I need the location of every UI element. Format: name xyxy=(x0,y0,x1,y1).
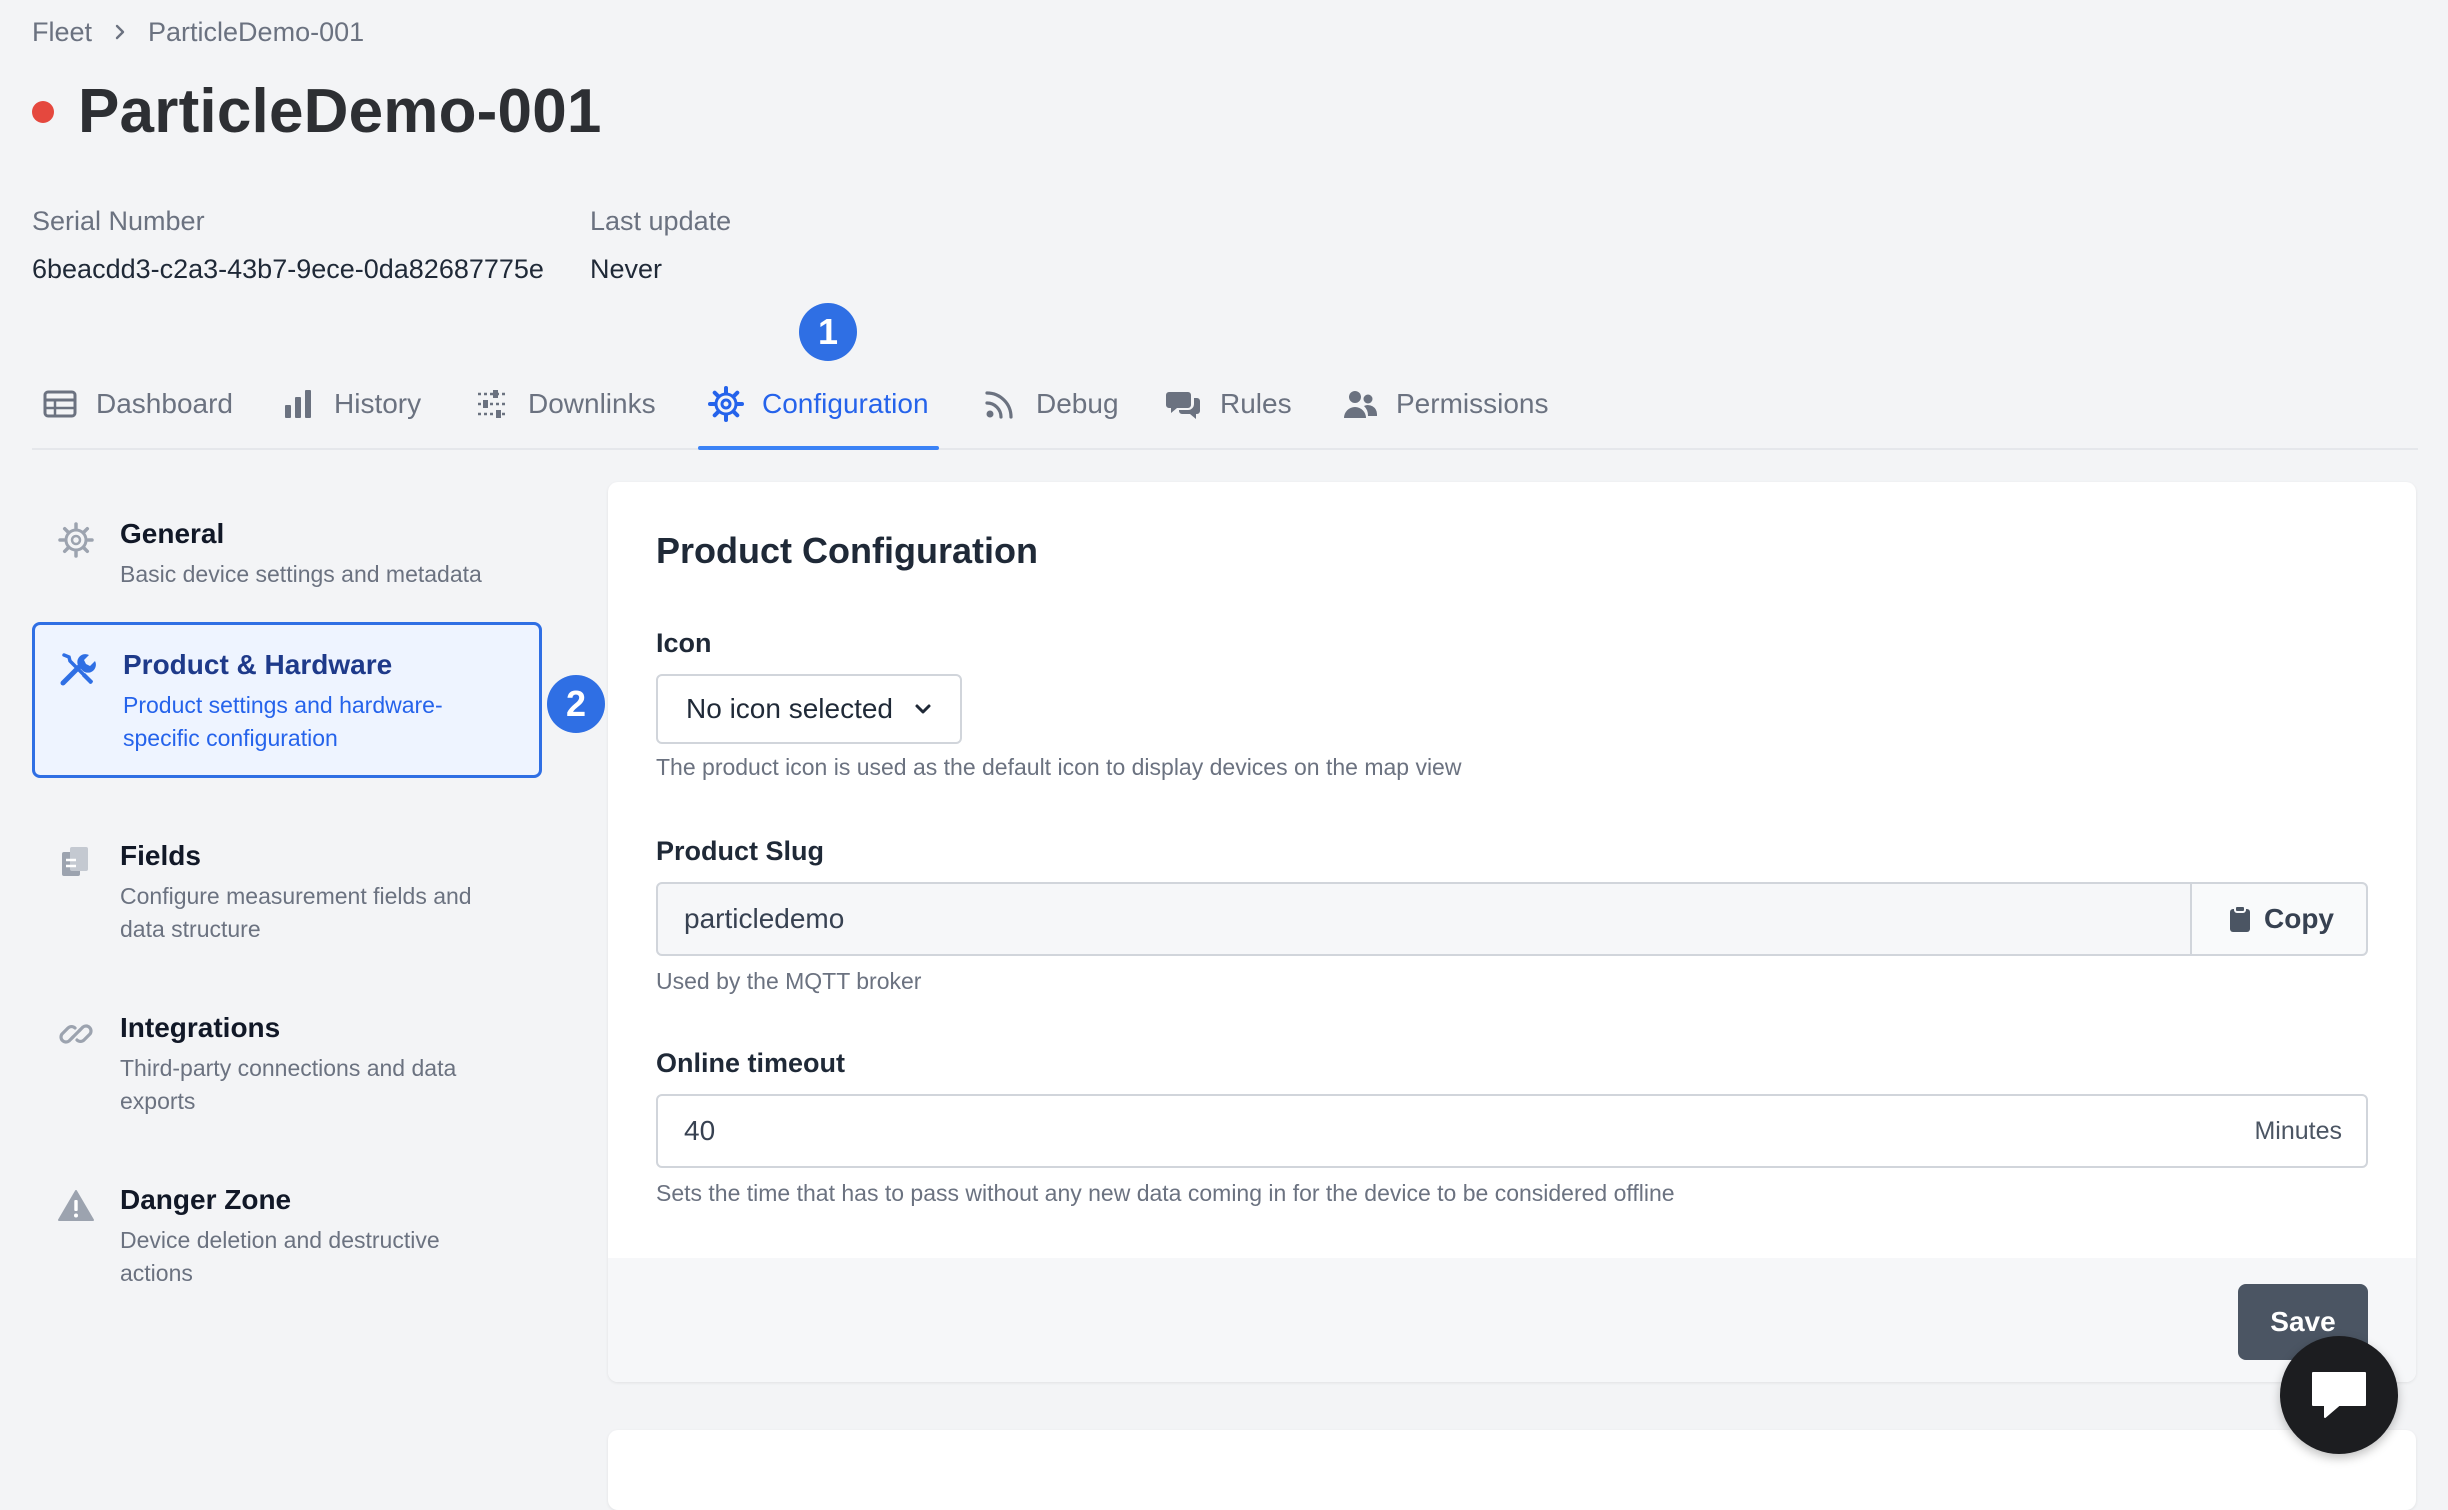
breadcrumb: Fleet ParticleDemo-001 xyxy=(32,14,364,50)
sidebar-item-integrations[interactable]: Integrations Third-party connections and… xyxy=(32,988,542,1138)
sidebar-item-title: Product & Hardware xyxy=(123,649,393,680)
step-badge-1: 1 xyxy=(799,303,857,361)
tab-bar: Dashboard History Downlinks Configuratio… xyxy=(32,360,2418,450)
icon-label: Icon xyxy=(656,628,712,658)
breadcrumb-fleet-link[interactable]: Fleet xyxy=(32,17,92,48)
gear-icon xyxy=(708,386,744,422)
icon-help-text: The product icon is used as the default … xyxy=(656,754,1462,780)
tab-debug[interactable]: Debug xyxy=(982,360,1119,448)
serial-number-label: Serial Number xyxy=(32,206,205,236)
gear-icon xyxy=(58,522,94,558)
sidebar-item-desc: Third-party connections and data exports xyxy=(120,1055,457,1114)
sidebar-item-title: General xyxy=(120,518,225,549)
tools-icon xyxy=(60,653,96,686)
sidebar-item-desc: Device deletion and destructive actions xyxy=(120,1227,440,1286)
tab-history-label: History xyxy=(334,388,422,419)
chevron-down-icon xyxy=(915,704,931,714)
card-footer: Save xyxy=(608,1258,2416,1382)
copy-button[interactable]: Copy xyxy=(2190,884,2366,954)
sidebar-item-desc: Basic device settings and metadata xyxy=(120,561,482,587)
online-timeout-label: Online timeout xyxy=(656,1048,845,1078)
tab-dashboard[interactable]: Dashboard xyxy=(42,360,233,448)
tab-configuration[interactable]: Configuration xyxy=(698,360,939,450)
sidebar-item-product-hardware[interactable]: Product & Hardware Product settings and … xyxy=(32,622,542,778)
sidebar-item-general[interactable]: General Basic device settings and metada… xyxy=(32,494,542,611)
clipboard-icon xyxy=(2230,905,2250,932)
product-slug-label: Product Slug xyxy=(656,836,824,866)
product-slug-help-text: Used by the MQTT broker xyxy=(656,968,922,994)
users-icon xyxy=(1344,391,1377,418)
chat-bubble-icon xyxy=(2312,1372,2366,1418)
table-icon xyxy=(43,390,77,418)
icon-select[interactable]: No icon selected xyxy=(656,674,962,744)
serial-number-value: 6beacdd3-c2a3-43b7-9ece-0da82687775e xyxy=(32,254,544,284)
product-configuration-card: Product Configuration Icon No icon selec… xyxy=(608,482,2416,1382)
sidebar-item-desc: Product settings and hardware-specific c… xyxy=(123,692,443,751)
tab-permissions[interactable]: Permissions xyxy=(1342,360,1548,448)
icon-select-value: No icon selected xyxy=(686,693,894,724)
last-update-label: Last update xyxy=(590,206,732,236)
comments-icon xyxy=(1166,392,1200,419)
status-indicator-icon xyxy=(32,100,54,123)
sidebar-item-title: Danger Zone xyxy=(120,1184,292,1215)
clipboard-icon xyxy=(62,847,88,876)
tab-downlinks[interactable]: Downlinks xyxy=(474,360,656,448)
sidebar-item-title: Fields xyxy=(120,840,201,871)
sidebar-item-danger-zone[interactable]: Danger Zone Device deletion and destruct… xyxy=(32,1160,542,1310)
last-update-value: Never xyxy=(590,254,663,284)
tab-rules[interactable]: Rules xyxy=(1166,360,1292,448)
online-timeout-field: 40 Minutes xyxy=(656,1094,2368,1168)
step-badge-2: 2 xyxy=(547,675,605,733)
online-timeout-help-text: Sets the time that has to pass without a… xyxy=(656,1180,1675,1206)
chevron-right-icon xyxy=(115,24,125,40)
chat-button[interactable] xyxy=(2280,1336,2398,1454)
tab-downlinks-label: Downlinks xyxy=(528,388,656,419)
next-section-card xyxy=(608,1430,2416,1510)
rss-icon xyxy=(985,391,1013,419)
sidebar-item-fields[interactable]: Fields Configure measurement fields and … xyxy=(32,816,542,966)
product-slug-field: particledemo Copy xyxy=(656,882,2368,956)
sliders-icon xyxy=(478,390,506,418)
tab-configuration-label: Configuration xyxy=(762,388,929,419)
link-icon xyxy=(59,1024,93,1044)
page-header: ParticleDemo-001 xyxy=(32,76,602,147)
tab-debug-label: Debug xyxy=(1036,388,1119,419)
card-title: Product Configuration xyxy=(656,530,1038,571)
sidebar-item-title: Integrations xyxy=(120,1012,281,1043)
tab-dashboard-label: Dashboard xyxy=(96,388,233,419)
copy-button-label: Copy xyxy=(2264,903,2334,934)
online-timeout-input[interactable]: 40 xyxy=(658,1115,2254,1147)
online-timeout-unit: Minutes xyxy=(2254,1116,2342,1145)
product-slug-input[interactable]: particledemo xyxy=(658,903,2190,935)
bar-chart-icon xyxy=(285,390,311,418)
breadcrumb-current: ParticleDemo-001 xyxy=(148,16,365,47)
sidebar-item-desc: Configure measurement fields and data st… xyxy=(120,883,472,942)
tab-permissions-label: Permissions xyxy=(1396,388,1549,419)
page-title: ParticleDemo-001 xyxy=(78,77,602,146)
warning-icon xyxy=(58,1190,94,1221)
tab-history[interactable]: History xyxy=(280,360,421,448)
tab-rules-label: Rules xyxy=(1220,388,1292,419)
